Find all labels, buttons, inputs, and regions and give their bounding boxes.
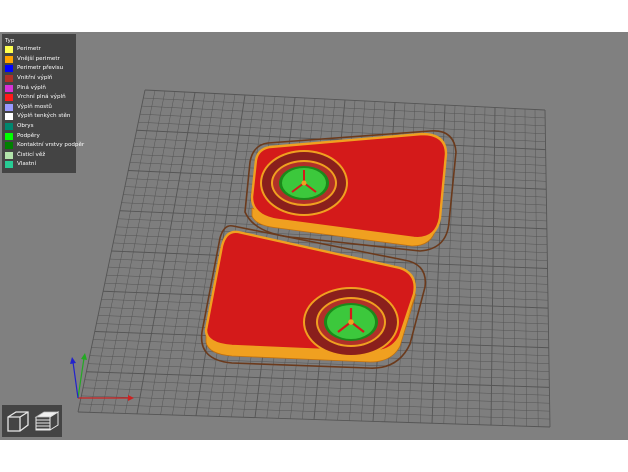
legend-label: Výplň tenkých stěn <box>17 113 71 120</box>
legend-swatch <box>5 65 13 73</box>
legend-row: Perimetr <box>5 45 73 55</box>
legend-swatch <box>5 132 13 140</box>
legend-row: Podpěry <box>5 131 73 141</box>
legend-label: Obrys <box>17 123 34 130</box>
legend-row: Vlastní <box>5 160 73 170</box>
legend-panel: Typ Perimetr Vnější perimetr Perimetr př… <box>2 34 84 173</box>
legend-swatch <box>5 55 13 63</box>
cube-icon <box>7 411 29 432</box>
legend-swatch <box>5 84 13 92</box>
legend-row: Plná výplň <box>5 83 73 93</box>
legend-label: Podpěry <box>17 132 40 139</box>
legend-row: Výplň mostů <box>5 103 73 113</box>
support-ring-upper <box>260 150 348 216</box>
legend-label: Vnitřní výplň <box>17 75 53 82</box>
print-bed-scene[interactable] <box>0 32 628 440</box>
legend-row: Čisticí věž <box>5 151 73 161</box>
legend-swatch <box>5 142 13 150</box>
legend-swatch <box>5 161 13 169</box>
legend-swatch <box>5 94 13 102</box>
legend-swatch <box>5 123 13 131</box>
legend-swatch <box>5 103 13 111</box>
legend-row: Výplň tenkých stěn <box>5 112 73 122</box>
legend-row: Obrys <box>5 122 73 132</box>
3d-preview-viewport[interactable]: Typ Perimetr Vnější perimetr Perimetr př… <box>0 32 628 440</box>
legend-row: Kontaktní vrstvy podpěr <box>5 141 84 151</box>
view-toggle-bar <box>2 405 62 437</box>
support-ring-lower <box>303 287 399 357</box>
legend-swatch <box>5 46 13 54</box>
legend-swatch <box>5 113 13 121</box>
legend-label: Perimetr převisu <box>17 65 64 72</box>
legend-row: Vnitřní výplň <box>5 74 73 84</box>
legend-swatch <box>5 151 13 159</box>
view-layers-button[interactable] <box>33 407 61 435</box>
legend-swatch <box>5 75 13 83</box>
legend-title: Typ <box>5 38 15 44</box>
legend-label: Kontaktní vrstvy podpěr <box>17 142 85 149</box>
legend-label: Vlastní <box>17 161 37 168</box>
legend-label: Čisticí věž <box>17 151 46 158</box>
legend-label: Vnější perimetr <box>17 55 60 62</box>
legend-label: Výplň mostů <box>17 103 52 110</box>
legend-row: Perimetr převisu <box>5 64 73 74</box>
view-3d-button[interactable] <box>4 407 32 435</box>
layers-icon <box>34 411 60 431</box>
legend-row: Vnější perimetr <box>5 55 73 65</box>
legend-row: Vrchní plná výplň <box>5 93 73 103</box>
legend-label: Vrchní plná výplň <box>17 94 66 101</box>
legend-label: Perimetr <box>17 46 41 53</box>
legend-label: Plná výplň <box>17 84 46 91</box>
